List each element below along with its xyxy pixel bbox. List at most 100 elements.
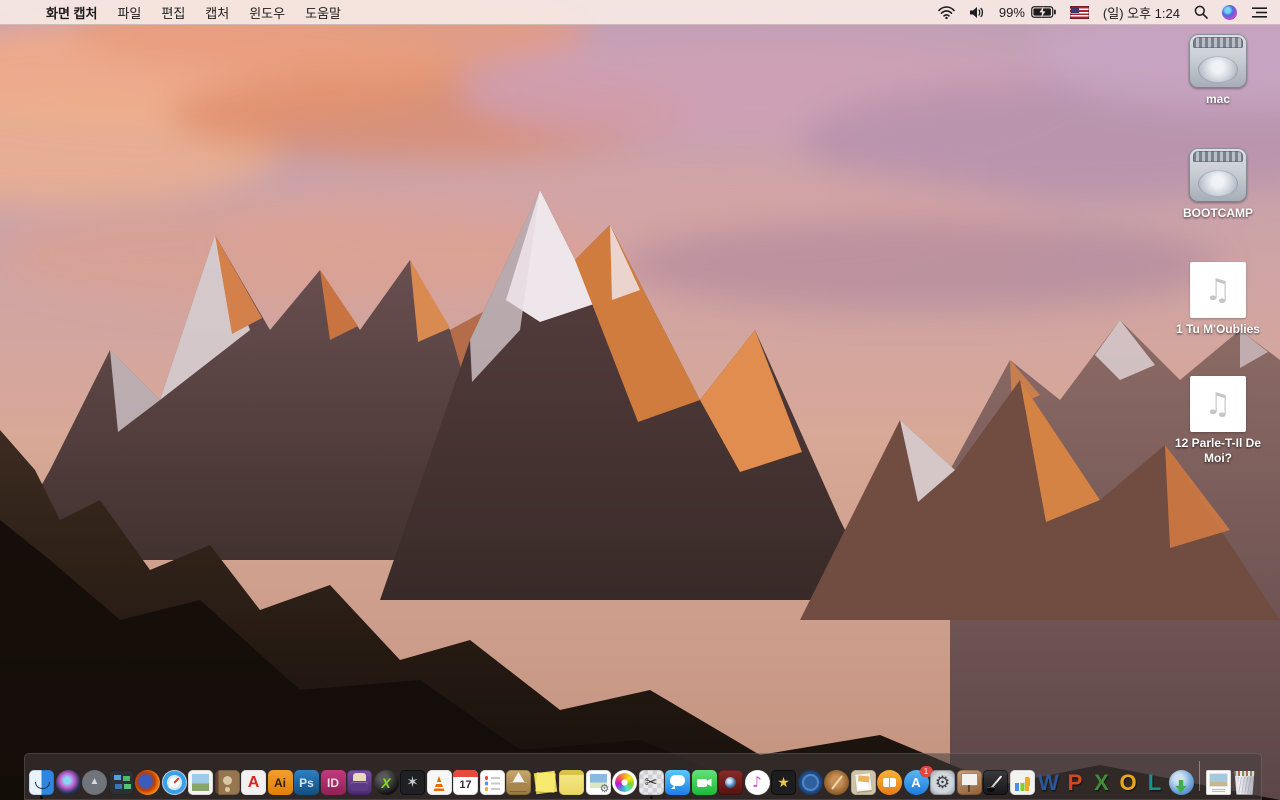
dock: AAiPsIDX✶17✂♪★A1WPXOL <box>24 753 1262 800</box>
music-note-glyph: ♫ <box>1204 386 1232 422</box>
dock-idvd[interactable] <box>797 770 823 795</box>
dock-siri[interactable] <box>55 770 81 795</box>
calendar-glyph: 17 <box>459 779 472 791</box>
image-capture-icon <box>585 770 611 795</box>
dock-clippings-app[interactable] <box>850 770 876 795</box>
app-menu-title[interactable]: 화면 캡처 <box>46 3 97 22</box>
dock-screen-capture-grab[interactable]: ✂ <box>638 770 664 799</box>
desktop-icon-label: 1 Tu M'Oublies <box>1176 322 1260 336</box>
ms-outlook-icon: O <box>1116 770 1141 795</box>
notification-center-icon[interactable] <box>1251 6 1268 19</box>
dock-ms-excel[interactable]: X <box>1089 770 1114 795</box>
dock-fan-utility-app[interactable]: ✶ <box>400 770 425 795</box>
dock-ms-lync[interactable]: L <box>1142 770 1167 795</box>
volume-icon[interactable] <box>969 6 985 19</box>
menu-help[interactable]: 도움말 <box>305 3 341 22</box>
spotlight-icon[interactable] <box>1194 5 1208 19</box>
dock-reminders[interactable] <box>479 770 505 795</box>
dock-app-store[interactable]: A1 <box>903 766 933 795</box>
acrobat-reader-icon: A <box>241 770 266 795</box>
dock-itunes[interactable]: ♪ <box>744 770 770 795</box>
input-source-us-flag-icon[interactable] <box>1069 5 1089 19</box>
app-store-icon: A1 <box>903 766 933 795</box>
finder-running-indicator <box>40 796 43 799</box>
dock-download-manager[interactable] <box>1168 770 1194 795</box>
dock-photos[interactable] <box>612 770 637 795</box>
dock-finder[interactable] <box>29 770 54 799</box>
dock-toast-titanium[interactable] <box>347 770 372 795</box>
itunes-glyph: ♪ <box>752 773 762 791</box>
wallpaper-sierra-mountains <box>0 0 1280 800</box>
mission-control-icon <box>108 770 134 795</box>
dock-ms-outlook[interactable]: O <box>1116 770 1141 795</box>
menu-bar-left: 화면 캡처 파일 편집 캡처 윈도우 도움말 <box>0 3 351 22</box>
photoshop-icon: Ps <box>294 770 319 795</box>
dock-image-capture[interactable] <box>585 770 611 795</box>
dock-garageband[interactable] <box>824 770 849 795</box>
desktop-icon-audio-file-12[interactable]: ♫ 12 Parle-T-Il De Moi? <box>1166 376 1270 490</box>
illustrator-glyph: Ai <box>274 775 286 790</box>
dock-document-file[interactable] <box>1205 770 1231 795</box>
battery-charging-icon[interactable] <box>1031 6 1056 18</box>
imovie-glyph: ★ <box>777 774 790 791</box>
preview-icon <box>188 770 213 795</box>
dock-system-preferences[interactable] <box>930 770 955 795</box>
numbers-09-icon <box>1009 770 1035 795</box>
calendar-icon: 17 <box>453 770 478 795</box>
screen-capture-grab-glyph: ✂ <box>644 773 658 791</box>
indesign-icon: ID <box>320 770 346 795</box>
menu-bar-status: 99% (일) 오후 1:24 <box>938 3 1280 22</box>
pages-09-icon <box>983 770 1008 795</box>
menu-file[interactable]: 파일 <box>117 3 141 22</box>
screen-capture-grab-running-indicator <box>649 796 653 799</box>
wifi-icon[interactable] <box>938 5 955 19</box>
dock-illustrator[interactable]: Ai <box>267 770 293 795</box>
dock-firefox[interactable] <box>135 770 160 795</box>
dock-notepad-app[interactable] <box>559 770 584 795</box>
dock-ibooks[interactable] <box>877 770 902 795</box>
siri-menu-icon[interactable] <box>1222 4 1237 20</box>
dock-safari[interactable] <box>161 770 187 795</box>
dock-stickies[interactable] <box>533 770 558 795</box>
dock-contacts[interactable] <box>214 770 240 795</box>
battery-percent: 99% <box>998 4 1025 20</box>
menu-edit[interactable]: 편집 <box>161 3 185 22</box>
desktop: 화면 캡처 파일 편집 캡처 윈도우 도움말 99% (일) 오후 1:24 m… <box>0 0 1280 800</box>
dock-launchpad[interactable] <box>82 770 107 795</box>
desktop-icon-bootcamp-drive[interactable]: BOOTCAMP <box>1166 148 1270 262</box>
hard-drive-icon <box>1189 34 1247 88</box>
dock-acrobat-reader[interactable]: A <box>241 770 266 795</box>
firefox-icon <box>135 770 160 795</box>
dock-mission-control[interactable] <box>108 770 134 795</box>
menu-window[interactable]: 윈도우 <box>249 3 285 22</box>
dock-pages-09[interactable] <box>983 770 1008 795</box>
dock-ms-word[interactable]: W <box>1036 770 1061 795</box>
dock-facetime[interactable] <box>691 770 717 795</box>
dock-imovie[interactable]: ★ <box>771 770 796 795</box>
illustrator-icon: Ai <box>267 770 293 795</box>
dock-photoshop[interactable]: Ps <box>294 770 319 795</box>
dock-photo-booth[interactable] <box>718 770 743 795</box>
dock-calendar[interactable]: 17 <box>453 770 478 795</box>
dock-x-sphere-app[interactable]: X <box>373 770 399 795</box>
dock-stuffit-expander[interactable] <box>506 770 531 795</box>
ms-outlook-glyph: O <box>1119 769 1137 795</box>
menu-bar-clock[interactable]: (일) 오후 1:24 <box>1103 3 1180 22</box>
menu-capture[interactable]: 캡처 <box>205 3 229 22</box>
x-sphere-app-glyph: X <box>381 774 391 791</box>
idvd-icon <box>797 770 823 795</box>
ms-word-glyph: W <box>1038 769 1059 795</box>
dock-messages[interactable] <box>665 770 690 795</box>
messages-icon <box>665 770 690 795</box>
desktop-icon-audio-file-1[interactable]: ♫ 1 Tu M'Oublies <box>1166 262 1270 376</box>
dock-indesign[interactable]: ID <box>320 770 346 795</box>
stuffit-expander-icon <box>506 770 531 795</box>
dock-vlc[interactable] <box>426 770 452 795</box>
dock-ms-powerpoint[interactable]: P <box>1063 770 1088 795</box>
photos-icon <box>612 770 637 795</box>
dock-preview[interactable] <box>188 770 213 795</box>
desktop-icon-mac-drive[interactable]: mac <box>1166 34 1270 148</box>
dock-keynote-09[interactable] <box>956 770 982 795</box>
dock-numbers-09[interactable] <box>1009 770 1035 795</box>
dock-trash-full[interactable] <box>1232 770 1257 795</box>
